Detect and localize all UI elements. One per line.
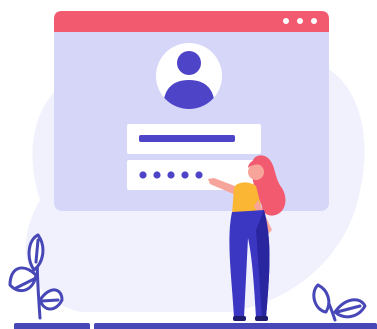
username-value-bar	[139, 135, 235, 142]
window-dot-3	[311, 18, 317, 24]
password-mask-dot	[167, 171, 175, 179]
window-dot-1	[283, 18, 289, 24]
password-mask-dot	[153, 171, 161, 179]
floor-right	[94, 323, 377, 329]
user-icon	[156, 43, 222, 109]
window-dot-2	[297, 18, 303, 24]
floor-left	[14, 323, 90, 329]
password-mask-dot	[181, 171, 189, 179]
head	[248, 164, 264, 180]
password-mask-dot	[139, 171, 147, 179]
login-illustration	[8, 11, 367, 322]
password-mask-dot	[195, 171, 203, 179]
username-field[interactable]	[127, 124, 261, 154]
plant-right	[312, 283, 367, 322]
